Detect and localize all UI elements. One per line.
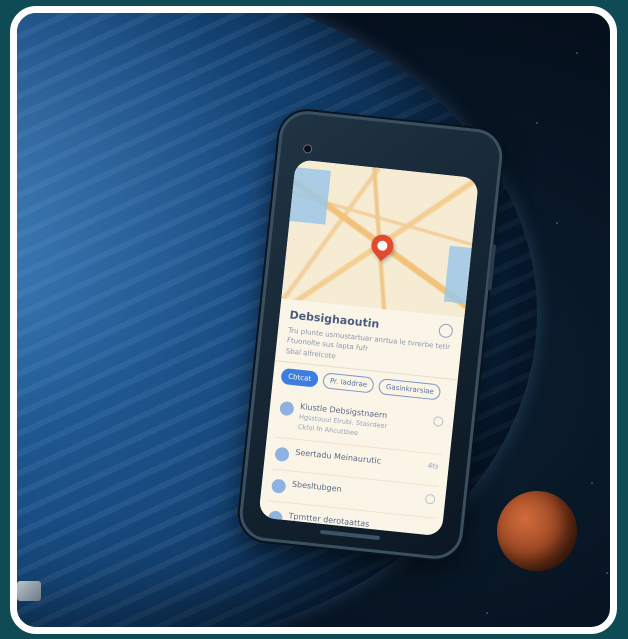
results-list: Kiustle Debsigstnaern Hgsstouul Elrubi. …: [258, 389, 454, 537]
chip-tertiary[interactable]: Gasinkrarsiae: [378, 378, 442, 401]
front-camera-icon: [302, 143, 313, 154]
phone-body: Debsighaoutin Tru plunte usmustartuar an…: [237, 108, 505, 562]
list-text: Sbesltubgen: [292, 480, 420, 502]
list-item-title: Seertadu Meinaurutic: [294, 447, 382, 466]
list-item-title: Sbesltubgen: [291, 479, 343, 494]
location-icon: [279, 400, 295, 417]
chip-primary[interactable]: Cbtcat: [280, 367, 319, 388]
map-water: [289, 167, 331, 225]
phone-screen: Debsighaoutin Tru plunte usmustartuar an…: [258, 159, 479, 537]
clock-icon: [267, 510, 284, 526]
route-icon: [274, 446, 290, 463]
space-probe: [17, 581, 41, 601]
image-frame: Debsighaoutin Tru plunte usmustartuar an…: [10, 6, 617, 634]
map-water: [443, 245, 472, 304]
info-icon[interactable]: [424, 493, 436, 505]
info-icon[interactable]: [432, 416, 444, 428]
list-item-trail: 4ts: [427, 461, 440, 471]
list-text: Seertadu Meinaurutic: [295, 448, 422, 470]
pin-icon: [270, 478, 287, 494]
map-pin-icon[interactable]: [366, 230, 398, 262]
chip-secondary[interactable]: Pr. laddrae: [322, 372, 375, 394]
map-view[interactable]: [281, 159, 479, 318]
map-pin-dot: [375, 238, 390, 253]
share-icon[interactable]: [438, 323, 454, 339]
phone-device: Debsighaoutin Tru plunte usmustartuar an…: [237, 108, 505, 562]
list-text: Kiustle Debsigstnaern Hgsstouul Elrubi. …: [298, 402, 428, 444]
red-planet: [497, 491, 577, 571]
home-indicator: [319, 529, 381, 541]
